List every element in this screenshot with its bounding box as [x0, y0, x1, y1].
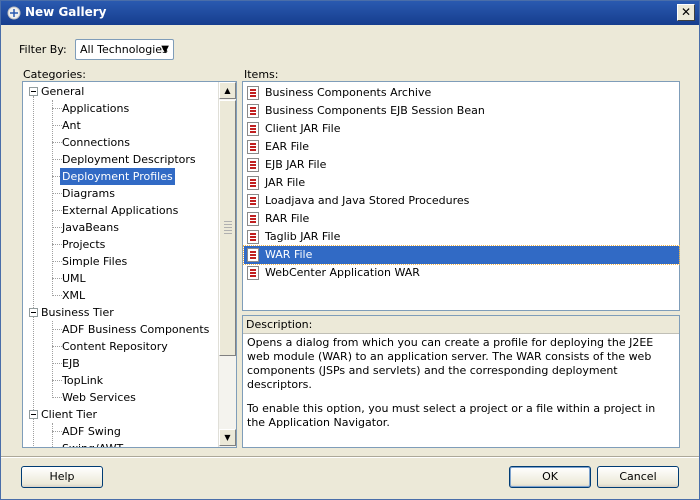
item-row[interactable]: RAR File — [244, 210, 679, 228]
item-row[interactable]: Client JAR File — [244, 120, 679, 138]
cancel-button[interactable]: Cancel — [597, 466, 679, 488]
categories-tree: General Applications Ant Connections Deploym… — [23, 82, 220, 447]
tree-group-label: Business Tier — [41, 306, 114, 319]
item-row[interactable]: JAR File — [244, 174, 679, 192]
tree-item-label: JavaBeans — [62, 221, 119, 234]
item-label: RAR File — [265, 212, 310, 225]
tree-item-label: UML — [62, 272, 86, 285]
description-paragraph-2: To enable this option, you must select a… — [247, 402, 656, 429]
window-title: New Gallery — [25, 5, 107, 19]
item-label: EAR File — [265, 140, 310, 153]
tree-item-label: TopLink — [62, 374, 104, 387]
tree-item-label: Connections — [62, 136, 130, 149]
help-button[interactable]: Help — [21, 466, 103, 488]
item-row[interactable]: WAR File — [243, 245, 680, 265]
item-label: WAR File — [265, 248, 313, 261]
item-row[interactable]: WebCenter Application WAR — [244, 264, 679, 282]
description-panel: Description: Opens a dialog from which y… — [242, 315, 680, 448]
item-label: Business Components Archive — [265, 86, 432, 99]
filter-by-label: Filter By: — [19, 43, 67, 56]
item-label: Business Components EJB Session Bean — [265, 104, 485, 117]
ok-button[interactable]: OK — [509, 466, 591, 488]
tree-item-label: Swing/AWT — [62, 440, 123, 447]
tree-group-label: Client Tier — [41, 408, 98, 421]
item-row[interactable]: Loadjava and Java Stored Procedures — [244, 192, 679, 210]
tree-item-label: Projects — [62, 238, 106, 251]
file-icon — [247, 122, 259, 136]
item-label: JAR File — [265, 176, 306, 189]
item-label: EJB JAR File — [265, 158, 327, 171]
collapse-icon[interactable] — [29, 410, 38, 419]
item-label: Client JAR File — [265, 122, 341, 135]
categories-tree-panel: General Applications Ant Connections Deploym… — [22, 81, 237, 448]
file-icon — [247, 104, 259, 118]
ok-button-label: OK — [542, 470, 558, 483]
cancel-button-label: Cancel — [619, 470, 657, 483]
tree-item-label: Web Services — [62, 391, 136, 404]
tree-item-label: ADF Swing — [62, 425, 121, 438]
item-row[interactable]: EJB JAR File — [244, 156, 679, 174]
tree-item-label: Diagrams — [62, 187, 115, 200]
file-icon — [247, 194, 259, 208]
gallery-icon — [7, 6, 21, 20]
new-gallery-dialog: New Gallery ✕ Filter By: All Technologie… — [0, 0, 700, 500]
categories-label: Categories: — [23, 68, 86, 81]
close-icon: ✕ — [680, 5, 692, 19]
file-icon — [247, 248, 259, 262]
description-label: Description: — [246, 318, 313, 331]
tree-item-label: External Applications — [62, 204, 179, 217]
item-row[interactable]: Business Components EJB Session Bean — [244, 102, 679, 120]
tree-item-label: Content Repository — [62, 340, 168, 353]
scroll-up-button[interactable]: ▲ — [219, 82, 236, 99]
file-icon — [247, 266, 259, 280]
description-text: Opens a dialog from which you can create… — [247, 336, 675, 440]
tree-item-label: Applications — [62, 102, 130, 115]
file-icon — [247, 212, 259, 226]
file-icon — [247, 176, 259, 190]
tree-item-label: EJB — [62, 357, 80, 370]
collapse-icon[interactable] — [29, 87, 38, 96]
filter-by-dropdown[interactable]: All Technologies ▼ — [75, 39, 174, 60]
button-separator — [1, 456, 699, 458]
tree-item-label: Deployment Profiles — [60, 168, 175, 185]
tree-item-label: XML — [62, 289, 86, 302]
item-row[interactable]: Business Components Archive — [244, 84, 679, 102]
item-row[interactable]: Taglib JAR File — [244, 228, 679, 246]
item-label: WebCenter Application WAR — [265, 266, 420, 279]
tree-item-label: Deployment Descriptors — [62, 153, 196, 166]
item-label: Taglib JAR File — [265, 230, 341, 243]
description-paragraph-1: Opens a dialog from which you can create… — [247, 336, 654, 391]
items-label: Items: — [244, 68, 279, 81]
scroll-thumb[interactable] — [219, 100, 236, 356]
tree-group-label: General — [41, 85, 85, 98]
close-button[interactable]: ✕ — [677, 4, 695, 21]
item-row[interactable]: EAR File — [244, 138, 679, 156]
collapse-icon[interactable] — [29, 308, 38, 317]
categories-scrollbar[interactable]: ▲ ▼ — [218, 82, 236, 447]
dropdown-arrow-icon: ▼ — [161, 44, 169, 55]
tree-item-label: Ant — [62, 119, 81, 132]
scroll-down-button[interactable]: ▼ — [219, 429, 236, 446]
items-list: Business Components Archive Business Comp… — [242, 81, 680, 311]
tree-item-label: Simple Files — [62, 255, 128, 268]
description-header: Description: — [243, 316, 679, 334]
tree-item-label: ADF Business Components — [62, 323, 210, 336]
file-icon — [247, 140, 259, 154]
item-label: Loadjava and Java Stored Procedures — [265, 194, 470, 207]
filter-by-value: All Technologies — [80, 43, 168, 56]
title-bar: New Gallery ✕ — [1, 1, 699, 25]
help-button-label: Help — [49, 470, 75, 483]
file-icon — [247, 158, 259, 172]
file-icon — [247, 230, 259, 244]
file-icon — [247, 86, 259, 100]
